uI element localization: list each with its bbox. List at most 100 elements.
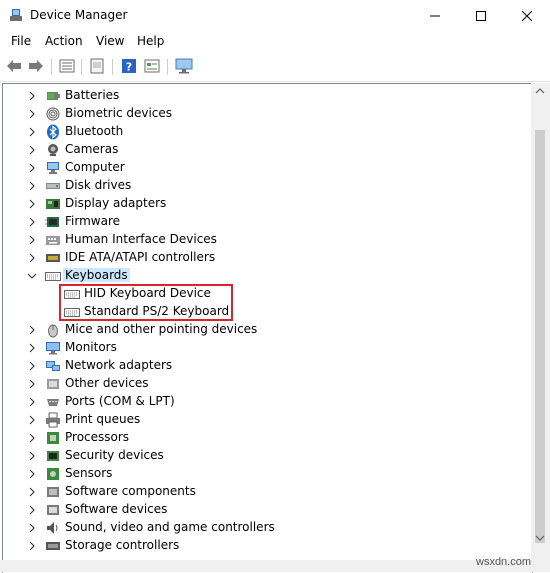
menu-bar: File Action View Help: [0, 31, 550, 52]
chevron-right-icon[interactable]: [27, 361, 37, 371]
scan-hardware-button[interactable]: [175, 57, 193, 75]
chevron-right-icon[interactable]: [27, 199, 37, 209]
chevron-right-icon[interactable]: [27, 433, 37, 443]
chevron-right-icon[interactable]: [27, 217, 37, 227]
back-button[interactable]: [5, 57, 23, 75]
port-icon: [47, 399, 59, 406]
tree-item-print-queues[interactable]: Print queues: [3, 411, 523, 429]
menu-view[interactable]: View: [96, 34, 124, 48]
scroll-down-arrow-icon[interactable]: [535, 533, 545, 543]
minimize-button[interactable]: [412, 0, 458, 31]
battery-icon: [47, 92, 60, 100]
chevron-right-icon[interactable]: [27, 469, 37, 479]
tree-item-software-components[interactable]: Software components: [3, 483, 523, 501]
back-icon: [7, 60, 21, 72]
tree-item-monitors[interactable]: Monitors: [3, 339, 523, 357]
chevron-right-icon[interactable]: [27, 451, 37, 461]
menu-file[interactable]: File: [11, 34, 31, 48]
keyboard-icon: [45, 272, 61, 281]
tree-item-bluetooth[interactable]: Bluetooth: [3, 123, 523, 141]
tree-item-label: Bluetooth: [65, 124, 124, 138]
tree-item-label: Network adapters: [65, 358, 173, 372]
chevron-right-icon[interactable]: [27, 397, 37, 407]
scroll-up-arrow-icon[interactable]: [535, 86, 545, 96]
chevron-down-icon[interactable]: [27, 271, 37, 281]
maximize-button[interactable]: [458, 0, 504, 31]
window-title: Device Manager: [30, 8, 128, 22]
svg-text:?: ?: [126, 61, 132, 74]
tree-item-label: Computer: [65, 160, 125, 174]
minimize-icon: [430, 15, 440, 16]
chevron-right-icon[interactable]: [27, 163, 37, 173]
sound-icon: [47, 522, 58, 534]
driver-button[interactable]: [88, 57, 106, 75]
tree-item-label: Processors: [65, 430, 130, 444]
chevron-right-icon[interactable]: [27, 343, 37, 353]
computer-icon: [47, 162, 59, 174]
device-tree: Batteries Biometric devices Bluetooth Camer…: [2, 83, 533, 573]
tree-item-disk-drives[interactable]: Disk drives: [3, 177, 523, 195]
tree-item-sensors[interactable]: Sensors: [3, 465, 523, 483]
tree-item-human-interface-devices[interactable]: Human Interface Devices: [3, 231, 523, 249]
help-icon: ?: [122, 59, 136, 74]
properties-button[interactable]: [58, 57, 76, 75]
tree-item-security-devices[interactable]: Security devices: [3, 447, 523, 465]
chevron-right-icon[interactable]: [27, 325, 37, 335]
chevron-right-icon[interactable]: [27, 415, 37, 425]
mouse-icon: [48, 324, 58, 338]
menu-help[interactable]: Help: [137, 34, 164, 48]
tree-item-label: Other devices: [65, 376, 149, 390]
chevron-right-icon[interactable]: [27, 523, 37, 533]
driver-icon: [90, 58, 104, 74]
tree-item-network-adapters[interactable]: Network adapters: [3, 357, 523, 375]
tree-item-label: Monitors: [65, 340, 117, 354]
tree-item-software-devices[interactable]: Software devices: [3, 501, 523, 519]
chevron-right-icon[interactable]: [27, 181, 37, 191]
title-bar: Device Manager: [0, 0, 550, 31]
chevron-right-icon[interactable]: [27, 505, 37, 515]
chevron-right-icon[interactable]: [27, 235, 37, 245]
storage-controller-icon: [46, 542, 60, 550]
firmware-icon: [45, 217, 59, 227]
forward-icon: [29, 60, 43, 72]
tree-item-firmware[interactable]: Firmware: [3, 213, 523, 231]
tree-item-label: Keyboards: [63, 268, 130, 282]
bluetooth-icon: [47, 124, 59, 140]
menu-action[interactable]: Action: [45, 34, 83, 48]
tree-item-processors[interactable]: Processors: [3, 429, 523, 447]
tree-item-storage-controllers[interactable]: Storage controllers: [3, 537, 523, 555]
scrollbar-thumb[interactable]: [535, 130, 545, 543]
ide-controller-icon: [46, 254, 60, 262]
camera-icon: [48, 144, 58, 156]
chevron-right-icon[interactable]: [27, 145, 37, 155]
help-button[interactable]: ?: [120, 57, 138, 75]
tree-item-display-adapters[interactable]: Display adapters: [3, 195, 523, 213]
view-button[interactable]: [143, 57, 161, 75]
tree-item-biometric-devices[interactable]: Biometric devices: [3, 105, 523, 123]
tree-item-keyboards[interactable]: Keyboards: [3, 267, 523, 285]
tree-item-ports-com-lpt[interactable]: Ports (COM & LPT): [3, 393, 523, 411]
disk-drive-icon: [46, 183, 60, 189]
tree-item-sound-video-and-game-controllers[interactable]: Sound, video and game controllers: [3, 519, 523, 537]
tree-item-label: Print queues: [65, 412, 141, 426]
chevron-right-icon[interactable]: [27, 379, 37, 389]
tree-item-ide-ata-atapi-controllers[interactable]: IDE ATA/ATAPI controllers: [3, 249, 523, 267]
tree-item-other-devices[interactable]: Other devices: [3, 375, 523, 393]
close-button[interactable]: [504, 0, 550, 31]
chevron-right-icon[interactable]: [27, 127, 37, 137]
chevron-right-icon[interactable]: [27, 109, 37, 119]
tree-item-computer[interactable]: Computer: [3, 159, 523, 177]
toolbar: ?: [0, 53, 550, 82]
chevron-right-icon[interactable]: [27, 91, 37, 101]
forward-button[interactable]: [27, 57, 45, 75]
chevron-right-icon[interactable]: [27, 253, 37, 263]
chevron-right-icon[interactable]: [27, 487, 37, 497]
tree-item-batteries[interactable]: Batteries: [3, 87, 523, 105]
tree-item-mice-and-other-pointing-devices[interactable]: Mice and other pointing devices: [3, 321, 523, 339]
display-adapter-icon: [46, 199, 60, 209]
tree-item-label: Ports (COM & LPT): [65, 394, 175, 408]
chevron-right-icon[interactable]: [27, 541, 37, 551]
view-icon: [144, 59, 160, 73]
printer-icon: [46, 412, 60, 428]
tree-item-cameras[interactable]: Cameras: [3, 141, 523, 159]
